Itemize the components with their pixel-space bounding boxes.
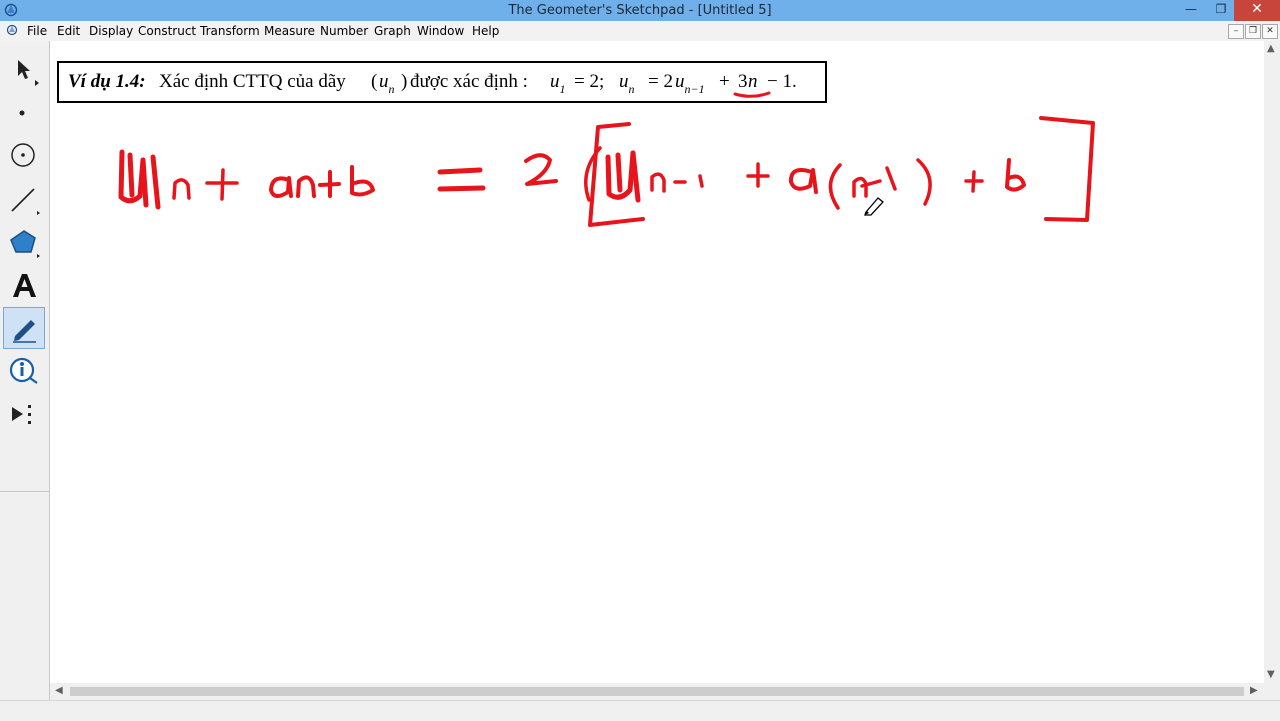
scroll-up-icon[interactable]: ▲	[1267, 43, 1275, 54]
ink-equals	[437, 167, 486, 192]
ink-u-n-minus-1	[605, 150, 641, 203]
ink-u-n	[118, 149, 161, 210]
scroll-down-icon[interactable]: ▼	[1267, 669, 1275, 680]
ink-two	[524, 153, 558, 186]
ink-plus-3	[964, 170, 984, 193]
vertical-scrollbar[interactable]: ▲ ▼	[1264, 41, 1280, 683]
ink-right-bracket	[1039, 116, 1095, 222]
ink-plus-1	[205, 168, 239, 201]
horizontal-scroll-thumb[interactable]	[70, 687, 1244, 696]
status-bar	[0, 700, 1280, 721]
ink-plus-2	[746, 162, 770, 188]
scroll-right-icon[interactable]: ▶	[1250, 685, 1258, 696]
scroll-corner	[1264, 683, 1280, 700]
ink-a-n-b	[269, 165, 375, 198]
marker-cursor-icon	[864, 197, 884, 216]
scroll-left-icon[interactable]: ◀	[55, 685, 63, 696]
handwritten-ink-layer	[118, 91, 1095, 227]
ink-b	[1005, 158, 1026, 192]
ink-n-minus-1	[650, 172, 704, 193]
ink-n-1	[172, 178, 191, 200]
ink-underline	[733, 91, 771, 98]
ink-a	[788, 168, 818, 194]
horizontal-scrollbar[interactable]: ◀ ▶	[50, 683, 1264, 700]
